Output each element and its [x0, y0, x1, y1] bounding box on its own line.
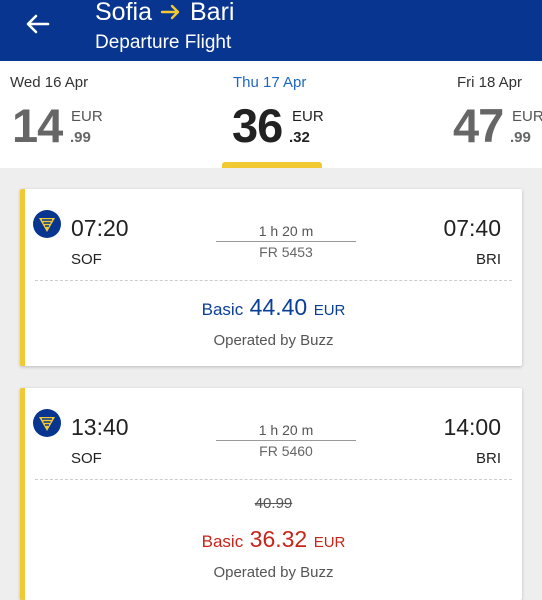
flight-duration: 1 h 20 m: [216, 223, 356, 242]
date-label: Thu 17 Apr: [233, 74, 307, 91]
fare-amount: 44.40: [249, 294, 308, 320]
price-decimal: .99: [70, 129, 91, 146]
ryanair-logo-icon: [33, 210, 61, 238]
card-divider: [35, 280, 512, 281]
operator-text: Operated by Buzz: [213, 564, 334, 581]
back-button[interactable]: [20, 8, 54, 42]
arrival-airport: BRI: [475, 251, 501, 268]
date-option-fri-18-apr[interactable]: Fri 18 Apr 47 EUR .99: [362, 61, 542, 168]
departure-time: 13:40: [71, 414, 129, 440]
price-decimal: .99: [510, 129, 531, 146]
price-currency: EUR: [512, 108, 542, 125]
ryanair-logo-icon: [33, 409, 61, 437]
date-option-thu-17-apr[interactable]: Thu 17 Apr 36 EUR .32: [181, 61, 361, 168]
departure-airport: SOF: [71, 251, 102, 268]
departure-time: 07:20: [71, 215, 129, 241]
price-integer: 14: [12, 99, 63, 152]
price-currency: EUR: [292, 108, 324, 125]
arrival-time: 07:40: [443, 215, 501, 241]
flight-number: FR 5460: [259, 443, 313, 459]
date-option-wed-16-apr[interactable]: Wed 16 Apr 14 EUR .99: [0, 61, 180, 168]
fare-price[interactable]: Basic 44.40 EUR: [25, 294, 522, 321]
flight-duration: 1 h 20 m: [216, 422, 356, 441]
date-selector: Wed 16 Apr 14 EUR .99 Thu 17 Apr 36 EUR …: [0, 61, 542, 168]
price-currency: EUR: [71, 108, 103, 125]
route-arrow-icon: [160, 2, 182, 22]
fare-currency: EUR: [313, 302, 346, 319]
fare-amount: 36.32: [249, 526, 308, 552]
price-integer: 47: [453, 99, 504, 152]
fare-label: Basic: [201, 300, 244, 319]
flight-number: FR 5453: [259, 244, 313, 260]
departure-airport: SOF: [71, 450, 102, 467]
app-header: Sofia Bari Departure Flight: [0, 0, 542, 61]
arrival-time: 14:00: [443, 414, 501, 440]
date-label: Wed 16 Apr: [10, 74, 89, 91]
flight-card[interactable]: 13:40 SOF 1 h 20 m FR 5460 14:00 BRI 40.…: [20, 388, 522, 600]
flight-card[interactable]: 07:20 SOF 1 h 20 m FR 5453 07:40 BRI Bas…: [20, 189, 522, 366]
page-subtitle: Departure Flight: [95, 32, 232, 53]
route-title: Sofia Bari: [95, 0, 234, 28]
fare-currency: EUR: [313, 534, 346, 551]
card-divider: [35, 479, 512, 480]
old-price: 40.99: [254, 495, 293, 512]
arrival-airport: BRI: [475, 450, 501, 467]
price-decimal: .32: [289, 129, 310, 146]
operator-text: Operated by Buzz: [213, 332, 334, 349]
fare-price[interactable]: Basic 36.32 EUR: [25, 526, 522, 553]
selected-date-indicator: [222, 162, 322, 168]
origin-city: Sofia: [95, 0, 152, 26]
fare-label: Basic: [201, 532, 244, 551]
date-label: Fri 18 Apr: [457, 74, 523, 91]
destination-city: Bari: [189, 0, 235, 26]
price-integer: 36: [232, 99, 283, 152]
back-arrow-icon: [26, 14, 50, 34]
